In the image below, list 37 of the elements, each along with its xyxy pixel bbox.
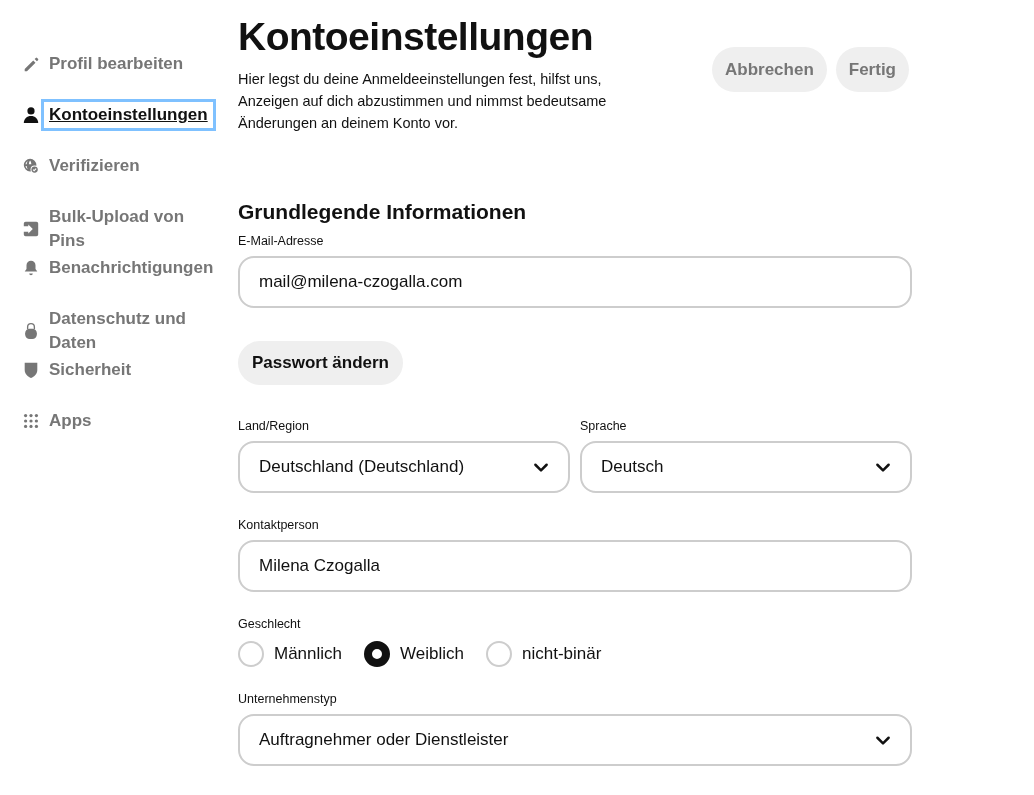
lock-icon xyxy=(22,322,40,340)
sidebar-item[interactable]: Datenschutz und Daten xyxy=(49,307,222,355)
section-heading: Grundlegende Informationen xyxy=(238,199,528,225)
field-label: Unternehmenstyp xyxy=(238,691,338,707)
sidebar-item[interactable]: Verifizieren xyxy=(49,154,140,178)
page-title: Kontoeinstellungen xyxy=(238,14,594,60)
radio-label[interactable]: nicht-binär xyxy=(522,644,602,664)
sidebar-item[interactable]: Sicherheit xyxy=(49,358,132,382)
sidebar-item[interactable]: Profil bearbeiten xyxy=(49,52,184,76)
input-field[interactable]: Milena Czogalla xyxy=(238,540,912,592)
input-field[interactable]: mail@milena-czogalla.com xyxy=(238,256,912,308)
field-label: Land/Region xyxy=(238,418,310,434)
field-label: E-Mail-Adresse xyxy=(238,233,325,249)
arrow-into-box-icon xyxy=(22,220,40,238)
grid-icon xyxy=(22,412,40,430)
change-password-button[interactable]: Passwort ändern xyxy=(238,341,403,385)
sidebar-item[interactable]: Apps xyxy=(49,409,92,433)
sidebar-item[interactable]: Kontoeinstellungen xyxy=(44,102,213,128)
bell-icon xyxy=(22,259,40,277)
field-label: Geschlecht xyxy=(238,616,302,632)
shield-icon xyxy=(22,361,40,379)
dropdown-field[interactable]: Deutsch xyxy=(580,441,912,493)
sidebar-item[interactable]: Bulk-Upload von Pins xyxy=(49,205,222,253)
header-button[interactable]: Abbrechen xyxy=(711,47,827,92)
globe-check-icon xyxy=(22,157,40,175)
radio-label[interactable]: Männlich xyxy=(274,644,343,664)
page-description: Hier legst du deine Anmeldeeinstellungen fest, hilfst uns, Anzeigen auf dich abzustimmen und nimmst bedeutsame Änderungen an deinem Konto vor. xyxy=(238,70,608,133)
pencil-icon xyxy=(22,55,40,73)
sidebar-item[interactable]: Benachrichtigungen xyxy=(49,256,214,280)
person-icon xyxy=(22,106,40,124)
field-label: Sprache xyxy=(580,418,628,434)
header-button[interactable]: Fertig xyxy=(835,47,909,92)
dropdown-field[interactable]: Deutschland (Deutschland) xyxy=(238,441,570,493)
dropdown-field[interactable]: Auftragnehmer oder Dienstleister xyxy=(238,714,912,766)
radio-label[interactable]: Weiblich xyxy=(400,644,464,664)
radio-button[interactable] xyxy=(364,641,391,667)
field-label: Kontaktperson xyxy=(238,517,320,533)
